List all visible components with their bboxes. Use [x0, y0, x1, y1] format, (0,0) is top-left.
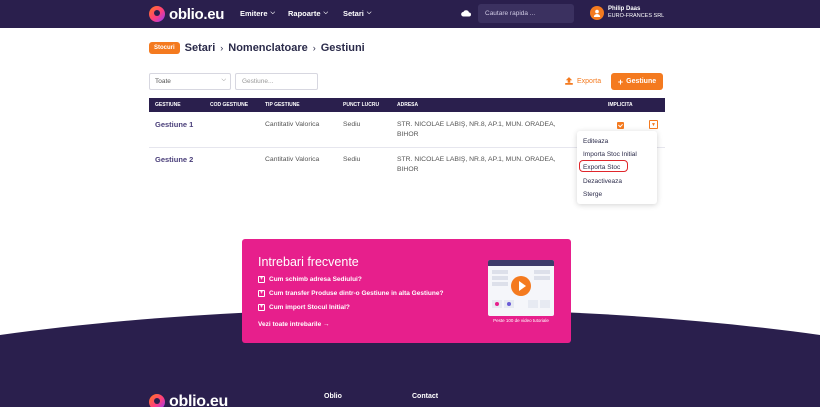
gestiune-name-link[interactable]: Gestiune 1 [155, 120, 193, 130]
footer-logo-text: oblio.eu [169, 393, 228, 407]
adresa-line-1: STR. NICOLAE LABIŞ, NR.8, AP.1, MUN. ORA… [397, 121, 556, 128]
adresa-line-2: BIHOR [397, 131, 419, 138]
plus-icon: + [617, 76, 624, 87]
oblio-logo-icon [149, 6, 165, 22]
menu-item-editeaza[interactable]: Editeaza [583, 138, 608, 145]
chevron-right-icon: › [220, 43, 224, 53]
upload-icon [565, 77, 573, 85]
stocuri-badge[interactable]: Stocuri [149, 42, 180, 54]
col-gestiune[interactable]: GESTIUNE [155, 102, 181, 108]
faq-question[interactable]: + Cum transfer Produse dintr-o Gestiune … [258, 290, 443, 297]
caret-down-icon: ▼ [651, 121, 656, 128]
col-tip-gestiune[interactable]: TIP GESTIUNE [265, 102, 300, 108]
col-adresa[interactable]: ADRESA [397, 102, 418, 108]
plus-square-icon: + [258, 304, 265, 311]
breadcrumb-nomenclatoare[interactable]: Nomenclatoare [228, 42, 307, 54]
nav-setari-label: Setari [343, 9, 364, 18]
plus-square-icon: + [258, 290, 265, 297]
faq-question-text: Cum import Stocul Initial? [269, 304, 350, 311]
user-avatar[interactable] [590, 6, 604, 20]
menu-item-importa-stoc-initial[interactable]: Importa Stoc Initial [583, 151, 637, 158]
footer-heading-oblio: Oblio [324, 393, 342, 400]
arrow-right-icon: → [323, 321, 330, 328]
menu-item-dezactiveaza[interactable]: Dezactiveaza [583, 178, 622, 185]
quick-search-input[interactable]: Cautare rapida ... [478, 4, 574, 23]
col-cod-gestiune[interactable]: COD GESTIUNE [210, 102, 248, 108]
col-implicita[interactable]: IMPLICITA [608, 102, 633, 108]
breadcrumb-gestiuni: Gestiuni [320, 42, 365, 54]
export-button[interactable]: Exporta [565, 77, 601, 85]
nav-emitere[interactable]: Emitere ⌵ [240, 9, 275, 18]
punct-lucru: Sediu [343, 121, 361, 128]
chevron-right-icon: › [312, 43, 316, 53]
footer-heading-contact: Contact [412, 393, 439, 400]
faq-title: Intrebari frecvente [258, 255, 359, 269]
nav-rapoarte-label: Rapoarte [288, 9, 321, 18]
faq-question[interactable]: + Cum schimb adresa Sediului? [258, 276, 362, 283]
play-icon[interactable] [511, 276, 531, 296]
logo-text: oblio.eu [169, 5, 225, 23]
add-gestiune-label: Gestiune [626, 78, 657, 85]
faq-all-label: Vezi toate intrebarile [258, 321, 322, 328]
cloud-icon[interactable] [461, 9, 471, 17]
nav-rapoarte[interactable]: Rapoarte ⌵ [288, 9, 328, 18]
add-gestiune-button[interactable]: + Gestiune [611, 73, 663, 90]
breadcrumb: Stocuri Setari › Nomenclatoare › Gestiun… [149, 42, 365, 54]
top-nav-bar: oblio.eu Emitere ⌵ Rapoarte ⌵ Setari ⌵ C… [0, 0, 820, 28]
chevron-down-icon: ⌵ [323, 10, 329, 16]
tip-gestiune: Cantitativ Valorica [265, 121, 320, 128]
menu-item-sterge[interactable]: Sterge [583, 191, 602, 198]
status-filter-value: Toate [155, 78, 171, 85]
faq-all-link[interactable]: Vezi toate intrebarile → [258, 321, 330, 328]
oblio-logo[interactable]: oblio.eu [149, 5, 224, 23]
chevron-down-icon: ⌵ [270, 10, 276, 16]
gestiune-name-link[interactable]: Gestiune 2 [155, 155, 193, 165]
chevron-down-icon: ⌵ [221, 77, 226, 83]
faq-card: Intrebari frecvente + Cum schimb adresa … [242, 239, 571, 343]
punct-lucru: Sediu [343, 156, 361, 163]
adresa-line-2: BIHOR [397, 166, 419, 173]
faq-question-text: Cum transfer Produse dintr-o Gestiune in… [269, 290, 444, 297]
footer-logo[interactable]: oblio.eu [149, 393, 228, 407]
table-header: GESTIUNE COD GESTIUNE TIP GESTIUNE PUNCT… [149, 98, 665, 112]
video-caption: Peste 100 de video tutoriale [493, 318, 549, 323]
implicita-checkbox[interactable] [617, 122, 624, 129]
plus-square-icon: + [258, 276, 265, 283]
chevron-down-icon: ⌵ [366, 10, 372, 16]
row-actions-toggle[interactable]: ▼ [649, 120, 658, 129]
col-punct-lucru[interactable]: PUNCT LUCRU [343, 102, 379, 108]
status-filter-select[interactable]: Toate ⌵ [149, 73, 231, 90]
export-label: Exporta [577, 77, 602, 85]
faq-question-text: Cum schimb adresa Sediului? [269, 276, 362, 283]
row-actions-menu: Editeaza Importa Stoc Initial Exporta St… [577, 131, 657, 204]
menu-item-exporta-stoc[interactable]: Exporta Stoc [583, 164, 620, 171]
video-tutorial-thumbnail[interactable] [488, 260, 554, 316]
tip-gestiune: Cantitativ Valorica [265, 156, 320, 163]
nav-emitere-label: Emitere [240, 9, 268, 18]
user-company: EURO-FRANCES SRL [608, 13, 665, 19]
adresa-line-1: STR. NICOLAE LABIŞ, NR.8, AP.1, MUN. ORA… [397, 156, 556, 163]
user-name[interactable]: Philip Daas [608, 6, 640, 13]
gestiune-search-input[interactable]: Gestiune... [235, 73, 318, 90]
breadcrumb-setari[interactable]: Setari [185, 42, 216, 54]
user-icon [593, 9, 601, 17]
faq-question[interactable]: + Cum import Stocul Initial? [258, 304, 350, 311]
oblio-logo-icon [149, 394, 165, 407]
nav-setari[interactable]: Setari ⌵ [343, 9, 371, 18]
